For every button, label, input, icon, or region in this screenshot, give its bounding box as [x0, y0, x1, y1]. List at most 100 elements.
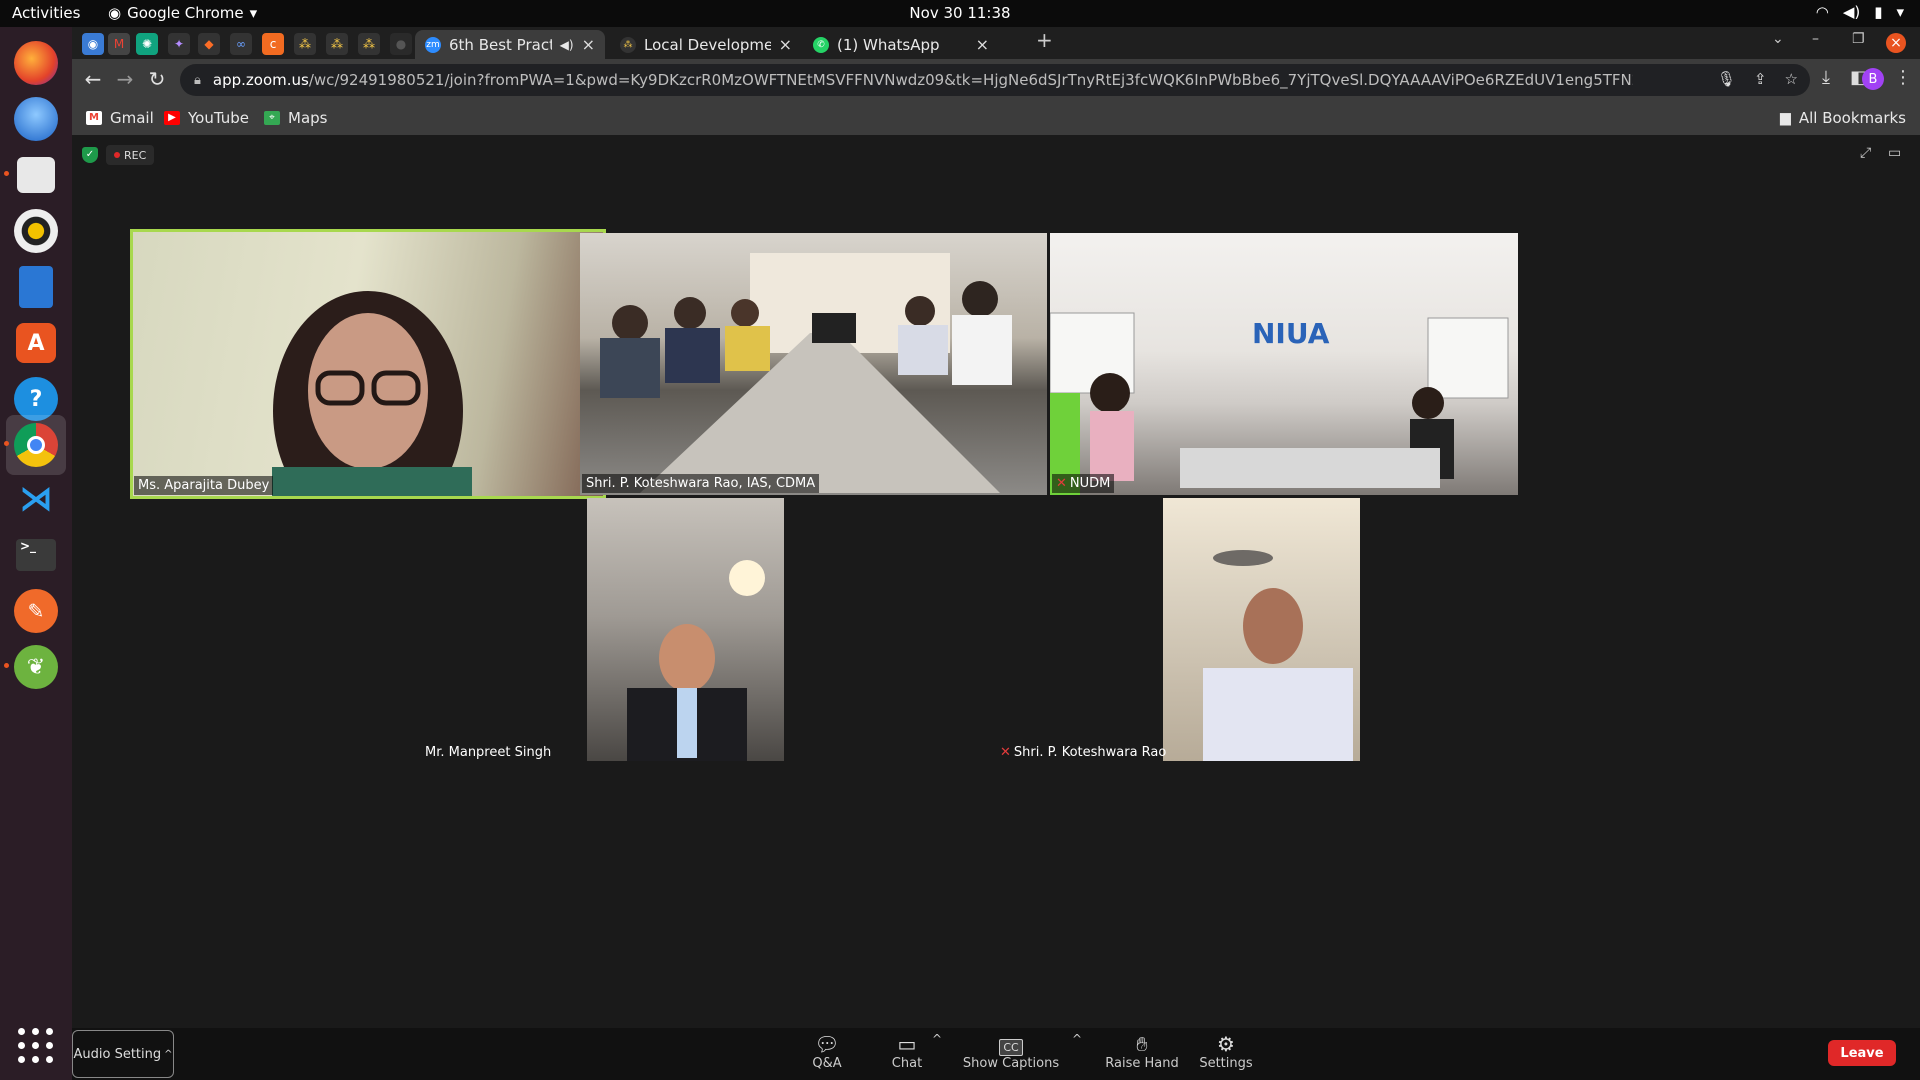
recording-indicator[interactable]: REC	[106, 145, 155, 165]
bookmark-star-icon[interactable]: ☆	[1785, 70, 1798, 88]
close-tab-icon[interactable]: ×	[779, 35, 792, 54]
settings-button[interactable]: ⚙ Settings	[1181, 1032, 1271, 1071]
bookmark-youtube[interactable]: ▶ YouTube	[164, 109, 249, 127]
dock-postman[interactable]: ✎	[6, 581, 66, 641]
chevron-down-icon: ▾	[249, 4, 258, 22]
bookmarks-bar: M Gmail ▶ YouTube ⌖ Maps ▆ All Bookmarks	[72, 101, 1920, 135]
pinned-slack-icon[interactable]: ⁂	[294, 33, 316, 55]
participant-video	[600, 253, 1012, 493]
video-tile-koteshwara[interactable]	[1163, 498, 1360, 761]
system-tray[interactable]: ◠ ◀) ▮ ▾	[1816, 3, 1904, 21]
security-shield-icon[interactable]: ✓	[82, 147, 98, 163]
speaker-playing-icon[interactable]: ◀)	[560, 38, 574, 52]
terminal-icon: >_	[16, 539, 56, 571]
dock-spring[interactable]: ❦	[4, 637, 66, 697]
maps-icon: ⌖	[264, 111, 280, 125]
tab-whatsapp[interactable]: ✆ (1) WhatsApp ×	[803, 30, 999, 59]
share-icon[interactable]: ⇪	[1754, 70, 1767, 88]
close-window-button[interactable]: ×	[1886, 33, 1906, 53]
dock-rhythmbox[interactable]	[6, 201, 66, 261]
dock-writer[interactable]	[6, 257, 66, 317]
pinned-slack-icon[interactable]: ⁂	[358, 33, 380, 55]
thunderbird-icon	[14, 97, 58, 141]
new-tab-button[interactable]: +	[1036, 28, 1053, 52]
muted-mic-icon: ✕	[1056, 476, 1067, 491]
download-icon[interactable]: ⤓	[1822, 67, 1830, 88]
participant-video	[1203, 550, 1353, 761]
files-icon	[17, 157, 55, 193]
rec-label: REC	[124, 148, 147, 162]
dock-chrome[interactable]	[4, 415, 66, 475]
forward-button[interactable]: →	[112, 67, 138, 91]
bookmark-maps[interactable]: ⌖ Maps	[264, 109, 327, 127]
activities-button[interactable]: Activities	[12, 4, 80, 22]
qa-button[interactable]: 💬︎ Q&A	[782, 1032, 872, 1071]
pinned-github-icon[interactable]: ●	[390, 33, 412, 55]
dock-software[interactable]: A	[6, 313, 66, 373]
pinned-slack-icon[interactable]: ⁂	[326, 33, 348, 55]
dock: A ? ⋊ >_ ✎ ❦	[0, 27, 72, 1080]
dock-vscode[interactable]: ⋊	[6, 469, 66, 529]
participant-name: Shri. P. Koteshwara Rao, IAS, CDMA	[582, 474, 820, 493]
app-menu[interactable]: ◉ Google Chrome ▾	[108, 4, 257, 22]
pinned-tab-icon[interactable]: c	[262, 33, 284, 55]
participant-name: Shri. P. Koteshwara Rao	[1013, 745, 1167, 760]
raise-hand-button[interactable]: ✋︎ Raise Hand	[1092, 1032, 1192, 1071]
all-bookmarks-label: All Bookmarks	[1798, 109, 1906, 127]
audio-setting-label: Audio Setting	[73, 1046, 162, 1062]
reload-button[interactable]: ↻	[144, 67, 170, 91]
pinned-gitlab-icon[interactable]: ◆	[198, 33, 220, 55]
captions-icon: CC	[951, 1032, 1071, 1056]
participant-video: NIUA	[1050, 312, 1509, 495]
whatsapp-favicon-icon: ✆	[813, 36, 829, 53]
minimize-button[interactable]: –	[1812, 31, 1819, 47]
power-menu-icon: ▾	[1896, 3, 1904, 21]
video-tile-manpreet[interactable]	[587, 498, 784, 761]
participant-video	[627, 560, 765, 761]
back-button[interactable]: ←	[80, 67, 106, 91]
address-bar[interactable]: 🔒︎ app.zoom.us/wc/92491980521/join?fromP…	[180, 64, 1810, 96]
bookmark-gmail[interactable]: M Gmail	[86, 109, 154, 127]
clock-container: Nov 30 11:38	[0, 4, 1920, 22]
show-apps-icon[interactable]	[18, 1028, 54, 1064]
pinned-chatgpt-icon[interactable]: ✺	[136, 33, 158, 55]
video-tile-conference-room[interactable]: Shri. P. Koteshwara Rao, IAS, CDMA	[580, 233, 1047, 495]
tab-zoom-meeting[interactable]: zm 6th Best Practices Ses ◀) ×	[415, 30, 605, 59]
close-tab-icon[interactable]: ×	[582, 35, 595, 54]
fullscreen-icon[interactable]: ⤢	[1860, 145, 1871, 161]
dock-firefox[interactable]	[6, 33, 66, 93]
tab-title: (1) WhatsApp	[837, 35, 940, 54]
video-tile-nudm[interactable]: NIUA ✕ NUDM	[1050, 233, 1518, 495]
pinned-link-icon[interactable]: ∞	[230, 33, 252, 55]
view-options-icon[interactable]: ▭	[1888, 145, 1901, 161]
dock-files[interactable]	[4, 145, 66, 205]
dock-thunderbird[interactable]	[6, 89, 66, 149]
chat-options-chevron-icon[interactable]: ^	[932, 1032, 942, 1046]
tab-search-icon[interactable]: ⌄	[1772, 31, 1784, 47]
menu-kebab-icon[interactable]: ⋮	[1894, 67, 1912, 88]
url-text: app.zoom.us/wc/92491980521/join?fromPWA=…	[213, 71, 1633, 89]
record-dot-icon	[114, 152, 120, 158]
show-captions-button[interactable]: CC Show Captions	[951, 1032, 1071, 1071]
pinned-gemini-icon[interactable]: ✦	[168, 33, 190, 55]
captions-options-chevron-icon[interactable]: ^	[1072, 1032, 1082, 1046]
running-indicator	[4, 663, 9, 668]
system-top-bar: Activities ◉ Google Chrome ▾ Nov 30 11:3…	[0, 0, 1920, 27]
pinned-tab-icon[interactable]: ◉	[82, 33, 104, 55]
muted-mic-icon: ✕	[1000, 745, 1011, 760]
close-tab-icon[interactable]: ×	[976, 35, 989, 54]
all-bookmarks-button[interactable]: ▆ All Bookmarks	[1780, 109, 1906, 127]
lock-icon[interactable]: 🔒︎	[194, 73, 201, 88]
profile-avatar[interactable]: B	[1862, 68, 1884, 90]
clock[interactable]: Nov 30 11:38	[909, 4, 1010, 22]
tab-local-dev[interactable]: ⁂ Local Development Setup ×	[610, 30, 802, 59]
leave-button[interactable]: Leave	[1828, 1040, 1896, 1066]
restore-button[interactable]: ❐	[1852, 31, 1865, 47]
slack-favicon-icon: ⁂	[620, 36, 636, 53]
pinned-gmail-icon[interactable]: M	[108, 33, 130, 55]
dock-terminal[interactable]: >_	[6, 525, 66, 585]
video-tile-active-speaker[interactable]: Ms. Aparajita Dubey	[130, 229, 606, 499]
microphone-icon[interactable]: 🎙︎	[1717, 70, 1736, 88]
meeting-controls: Audio Setting ^ 💬︎ Q&A ▭ Chat ^ CC Show …	[72, 1028, 1920, 1080]
audio-setting-button[interactable]: Audio Setting ^	[72, 1030, 174, 1078]
